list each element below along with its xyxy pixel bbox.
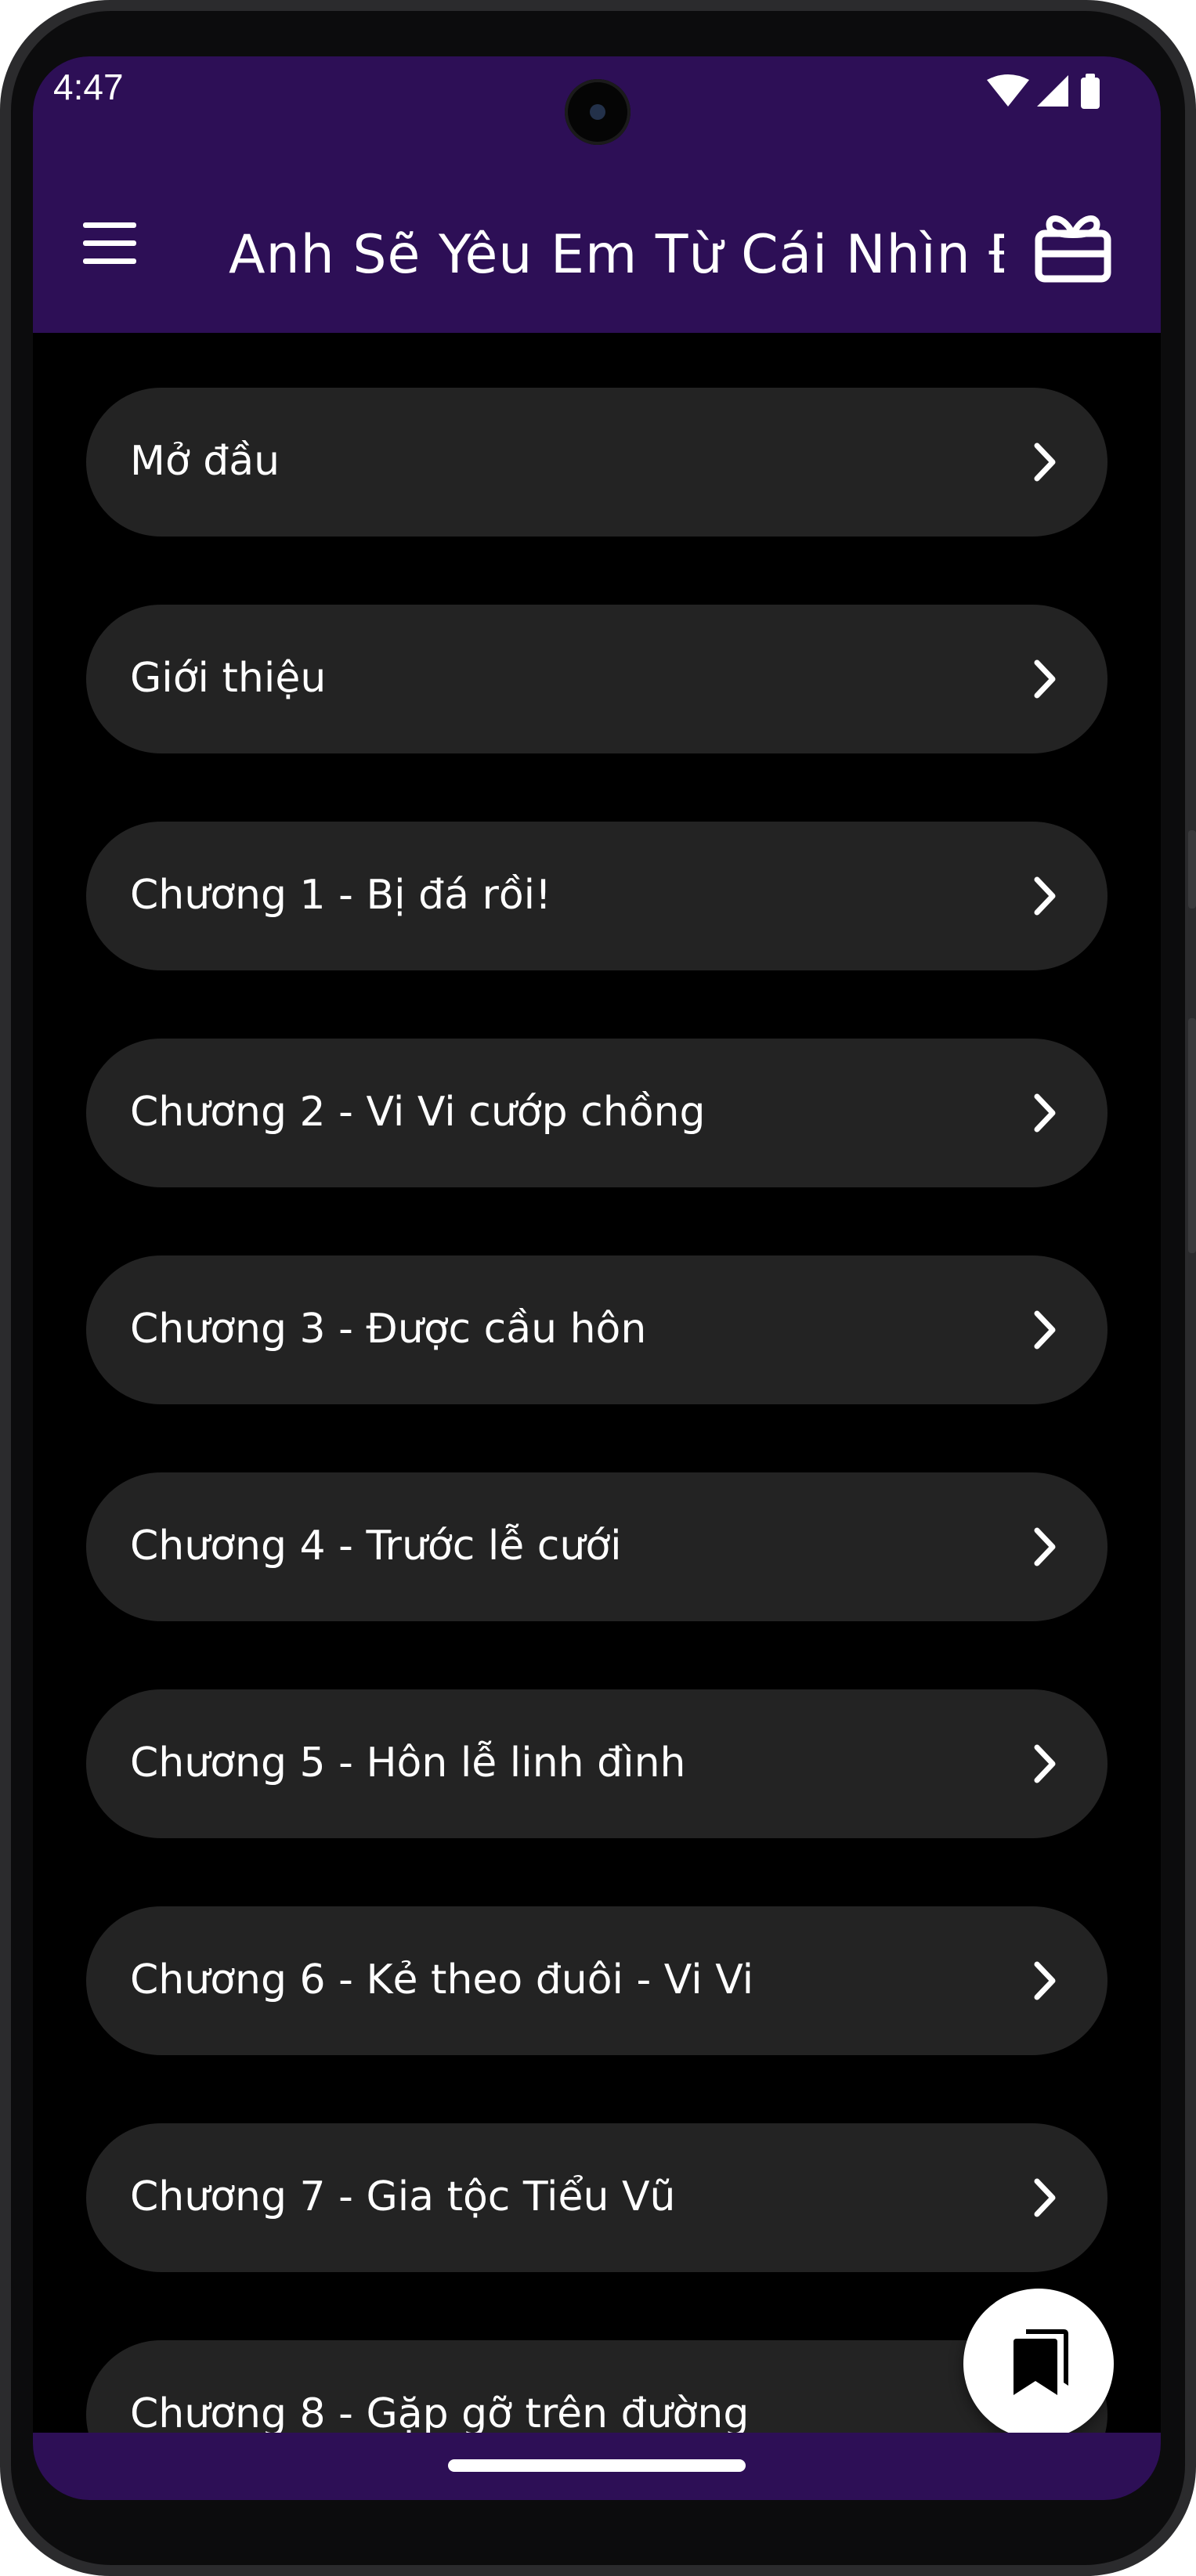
chapter-label: Chương 1 - Bị đá rồi!: [130, 872, 551, 919]
chapter-label: Chương 8 - Gặp gỡ trên đường: [130, 2390, 750, 2437]
chevron-right-icon: [1034, 876, 1056, 916]
chapter-item[interactable]: Chương 4 - Trước lễ cưới: [86, 1472, 1107, 1621]
chapter-label: Chương 7 - Gia tộc Tiểu Vũ: [130, 2173, 676, 2220]
chevron-right-icon: [1034, 1961, 1056, 2000]
cellular-signal-icon: [1037, 75, 1068, 107]
status-time: 4:47: [53, 67, 124, 107]
phone-side-button: [1188, 830, 1196, 909]
chapter-item[interactable]: Mở đầu: [86, 388, 1107, 537]
bookmarks-icon: [1014, 2329, 1068, 2395]
chapter-list: Mở đầu Giới thiệu Chương 1 - Bị đá rồi! …: [33, 333, 1161, 2473]
menu-button[interactable]: [67, 201, 154, 287]
phone-frame: 4:47 Anh Sẽ Yêu Em Từ Cái Nhìn Đ... Mở đ…: [0, 0, 1196, 2576]
chapter-item[interactable]: Chương 2 - Vi Vi cướp chồng: [86, 1039, 1107, 1187]
chevron-right-icon: [1034, 443, 1056, 482]
chevron-right-icon: [1034, 2178, 1056, 2217]
chapter-label: Mở đầu: [130, 438, 280, 485]
status-bar: 4:47: [33, 56, 1161, 164]
chapter-label: Chương 5 - Hôn lễ linh đình: [130, 1740, 686, 1787]
chapter-label: Chương 4 - Trước lễ cưới: [130, 1523, 622, 1570]
battery-icon: [1081, 74, 1100, 109]
chapter-label: Chương 6 - Kẻ theo đuôi - Vi Vi: [130, 1956, 754, 2003]
chevron-right-icon: [1034, 1744, 1056, 1783]
chapter-label: Chương 2 - Vi Vi cướp chồng: [130, 1089, 706, 1136]
phone-volume-button: [1188, 1018, 1196, 1253]
chevron-right-icon: [1034, 1093, 1056, 1133]
page-title: Anh Sẽ Yêu Em Từ Cái Nhìn Đ...: [229, 224, 1004, 286]
gift-button[interactable]: [1026, 204, 1120, 290]
chapter-item[interactable]: Chương 3 - Được cầu hôn: [86, 1255, 1107, 1404]
navigation-bar: [33, 2433, 1161, 2500]
chapter-label: Chương 3 - Được cầu hôn: [130, 1306, 647, 1353]
front-camera: [565, 79, 631, 145]
bookmarks-fab[interactable]: [963, 2289, 1114, 2439]
hamburger-menu-icon: [83, 222, 136, 264]
chevron-right-icon: [1034, 659, 1056, 699]
chapter-item[interactable]: Chương 5 - Hôn lễ linh đình: [86, 1689, 1107, 1838]
chapter-label: Giới thiệu: [130, 655, 327, 702]
screen: 4:47 Anh Sẽ Yêu Em Từ Cái Nhìn Đ... Mở đ…: [33, 56, 1161, 2500]
chapter-item[interactable]: Chương 1 - Bị đá rồi!: [86, 822, 1107, 970]
chapter-item[interactable]: Chương 7 - Gia tộc Tiểu Vũ: [86, 2123, 1107, 2272]
chapter-item[interactable]: Giới thiệu: [86, 605, 1107, 753]
chevron-right-icon: [1034, 1527, 1056, 1566]
chevron-right-icon: [1034, 1310, 1056, 1349]
home-gesture-handle[interactable]: [448, 2459, 746, 2472]
gift-icon: [1035, 215, 1111, 283]
app-bar: Anh Sẽ Yêu Em Từ Cái Nhìn Đ...: [33, 164, 1161, 333]
chapter-item[interactable]: Chương 6 - Kẻ theo đuôi - Vi Vi: [86, 1906, 1107, 2055]
wifi-icon: [987, 74, 1029, 107]
status-icons: [987, 74, 1100, 109]
